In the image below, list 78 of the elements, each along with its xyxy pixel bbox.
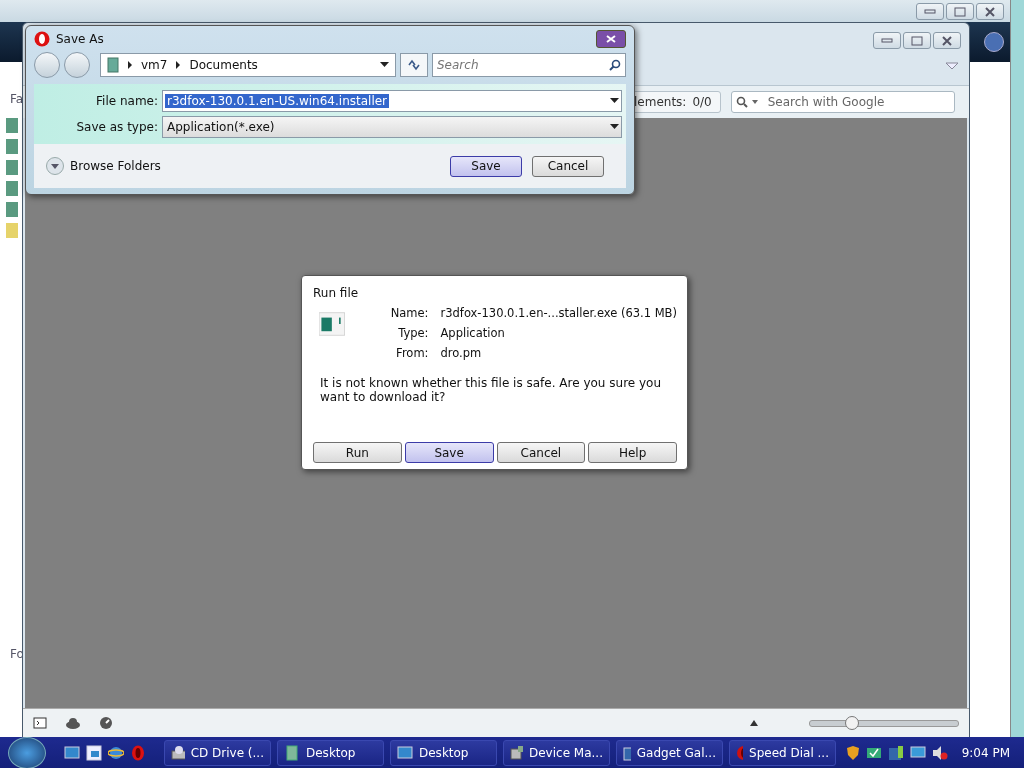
clock: 9:04 PM [961,745,1010,760]
close-button[interactable] [976,3,1004,20]
cloud-icon[interactable] [65,717,81,729]
detail-value: Application [440,326,506,340]
close-icon [984,6,996,17]
file-icon [319,310,345,338]
restore-icon [911,35,923,46]
side-label: Fa [10,92,24,106]
dialog-button[interactable]: Save [404,442,494,463]
address-bar[interactable]: vm7 Documents [100,53,396,77]
path-segment[interactable]: vm7 [141,58,168,72]
device-icon [510,744,523,761]
zoom-slider[interactable] [809,719,959,727]
windows-icon[interactable] [86,744,102,761]
caret-icon[interactable] [610,124,619,130]
taskbar-button[interactable]: Desktop [277,739,384,766]
panel-icon[interactable] [33,717,47,729]
cancel-button[interactable]: Cancel [532,155,604,177]
desktop-icon[interactable] [64,744,80,761]
folder-icon [284,744,300,761]
browser-logo-icon[interactable] [130,744,146,761]
monitor-icon[interactable] [909,744,926,761]
computer-icon [107,57,119,73]
close-button[interactable] [933,32,961,49]
gadget-icon[interactable] [887,744,904,761]
close-button[interactable] [596,30,626,48]
detail-label: Type: [397,326,429,340]
refresh-icon [407,59,421,71]
taskbar-button[interactable]: Desktop [390,739,497,766]
warning-message: It is not known whether this file is safe. Are you sure you want to download it? [320,376,663,404]
path-segment[interactable]: Documents [189,58,258,72]
minimize-button[interactable] [916,3,944,20]
dialog-title: Save As [56,32,104,46]
close-icon [606,35,616,43]
browse-folders-link[interactable]: Browse Folders [70,159,161,173]
dialog-title: Run file [313,286,360,300]
dialog-button[interactable]: Cancel [496,442,586,463]
field-label: Save as type: [75,120,158,134]
speaker-icon[interactable] [931,744,948,761]
save-button[interactable]: Save [450,155,522,177]
minimize-button[interactable] [873,32,901,49]
detail-value: dro.pm [440,346,483,360]
search-field[interactable]: Search [432,53,626,77]
gadget-icon [623,744,631,761]
file-name-field[interactable]: r3dfox-130.0.1.en-US.win64.installer [162,90,622,112]
taskbar-button[interactable]: Gadget Gal... [616,739,723,766]
speedometer-icon[interactable] [99,716,113,730]
expand-icon[interactable] [749,719,759,727]
taskbar-button[interactable]: CD Drive (... [164,739,271,766]
taskbar-button[interactable]: Device Ma... [503,739,610,766]
shield-icon[interactable] [845,744,860,761]
restore-icon [954,6,966,17]
chevron-icon [127,61,133,69]
detail-value: r3dfox-130.0.1.en-...staller.exe (63.1 MB) [440,306,677,320]
search-icon [609,59,621,71]
detail-label: Name: [390,306,429,320]
search-icon[interactable] [735,96,760,108]
refresh-button[interactable] [400,53,428,77]
globe-icon[interactable] [108,744,124,761]
taskbar-button[interactable]: Speed Dial ... [729,739,836,766]
drive-icon [171,744,185,761]
caret-icon[interactable] [610,98,619,104]
start-button[interactable] [8,736,46,768]
chevron-icon [175,61,182,69]
dialog-button[interactable]: Help [588,442,677,463]
field-label: File name: [95,94,158,108]
browser-icon [736,744,744,761]
expand-icon[interactable] [46,157,64,175]
desktop-icon [397,744,413,761]
search-field[interactable]: Search with Google [730,91,955,113]
dialog-button[interactable]: Run [313,442,402,463]
minimize-icon [924,8,936,15]
help-icon[interactable] [984,32,1004,52]
browser-logo-icon [34,31,50,47]
file-type-dropdown[interactable]: Application(*.exe) [162,116,622,138]
detail-label: From: [395,346,429,360]
minimize-icon [881,37,893,44]
close-icon [941,35,953,46]
